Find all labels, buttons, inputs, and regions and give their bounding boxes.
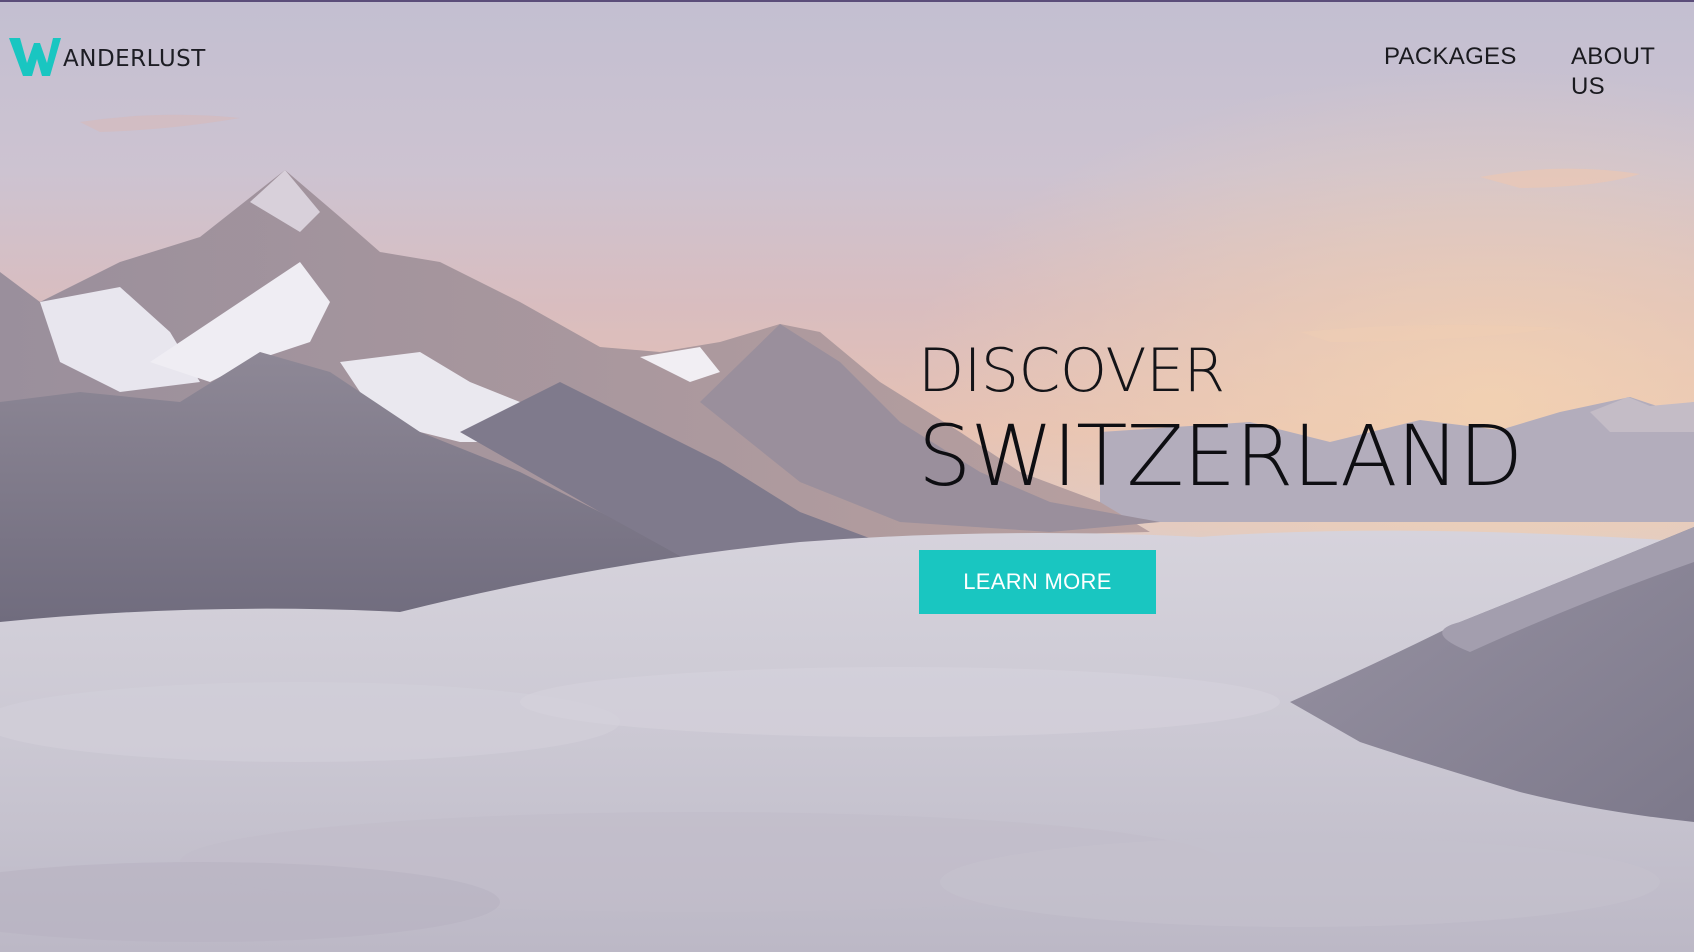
nav-link-packages[interactable]: PACKAGES: [1384, 42, 1517, 72]
brand-name: ANDERLUST: [63, 46, 206, 72]
learn-more-button[interactable]: LEARN MORE: [919, 550, 1156, 614]
hero-heading: DISCOVER SWITZERLAND: [918, 334, 1523, 505]
hero-section: ANDERLUST PACKAGES ABOUT US DISCOVER SWI…: [0, 0, 1694, 952]
hero-heading-line1: DISCOVER: [918, 336, 1225, 406]
nav-link-about-us[interactable]: ABOUT US: [1571, 42, 1694, 102]
hero-heading-line2: SWITZERLAND: [918, 407, 1523, 505]
w-logo-icon: [9, 38, 61, 76]
top-navbar: ANDERLUST PACKAGES ABOUT US: [0, 2, 1694, 112]
brand-logo[interactable]: ANDERLUST: [8, 36, 206, 78]
